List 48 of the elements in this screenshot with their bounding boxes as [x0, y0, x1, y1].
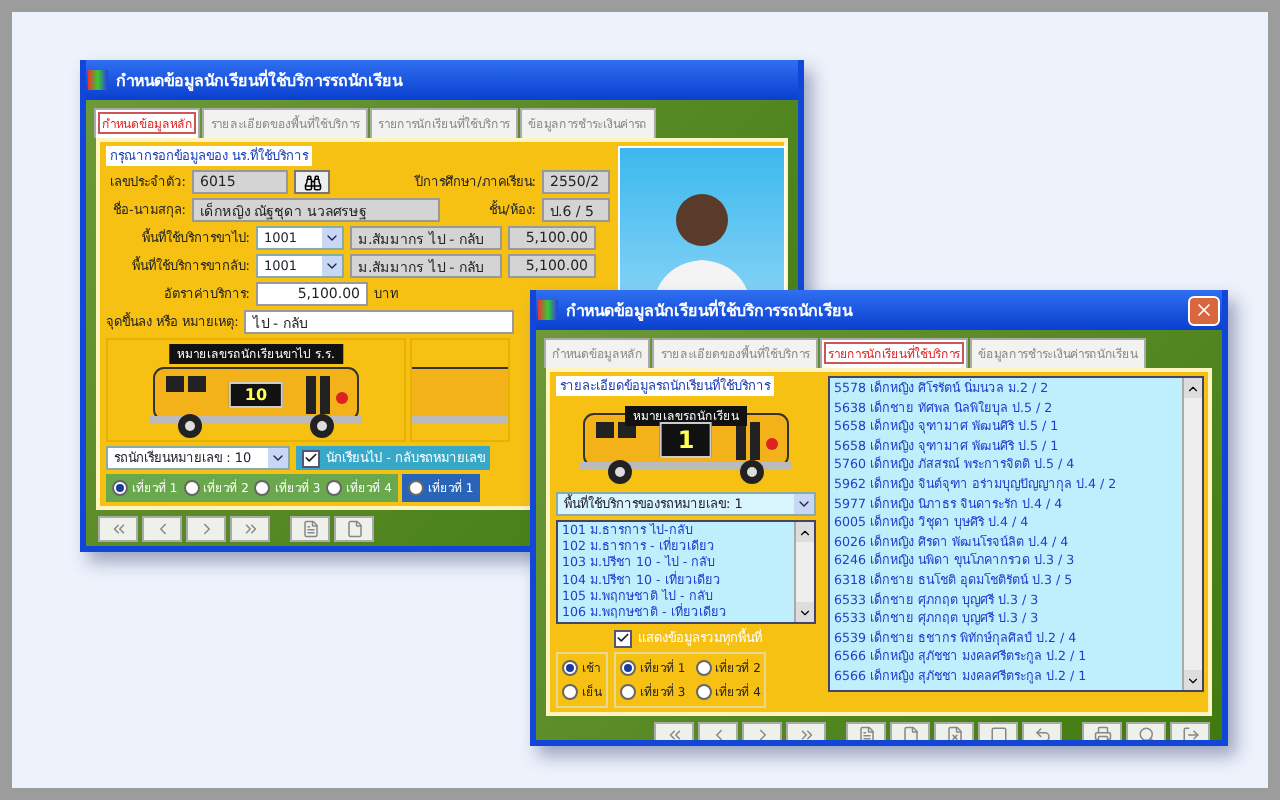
new-file-icon: [901, 726, 919, 740]
first-icon: [665, 726, 683, 740]
scroll-up-icon: [1186, 381, 1200, 395]
first-button[interactable]: [98, 516, 138, 542]
window-title: กำหนดข้อมูลนักเรียนที่ใช้บริการรถนักเรียน: [566, 297, 855, 323]
radio-button[interactable]: [112, 480, 128, 496]
print-icon: [1093, 726, 1111, 740]
checkbox[interactable]: [614, 629, 632, 647]
radio-button[interactable]: [695, 684, 712, 700]
radio-button[interactable]: [407, 480, 424, 496]
radio-button[interactable]: [620, 660, 636, 676]
stop-icon: [989, 726, 1007, 740]
document-icon: [857, 726, 875, 740]
radio-button[interactable]: [620, 684, 636, 700]
last-icon: [797, 726, 815, 740]
student-list[interactable]: [828, 376, 1204, 692]
radio-button[interactable]: [326, 480, 343, 496]
radio-button[interactable]: [183, 480, 200, 496]
close-icon: [1194, 300, 1214, 320]
last-button[interactable]: [230, 516, 270, 542]
last-icon: [241, 520, 259, 538]
delete-file-icon: [945, 726, 963, 740]
app-icon: [538, 300, 558, 320]
document-icon: [301, 520, 319, 538]
close-button[interactable]: [1188, 295, 1220, 325]
undo-icon: [1033, 726, 1051, 740]
document-button[interactable]: [290, 516, 330, 542]
radio-button[interactable]: [562, 660, 578, 676]
scroll-down-icon: [1186, 673, 1200, 687]
bus-number-display: 1: [659, 422, 713, 458]
search-icon: [1137, 726, 1155, 740]
app-icon: [88, 70, 108, 90]
find-button[interactable]: [294, 170, 330, 194]
first-icon: [109, 520, 127, 538]
radio-button[interactable]: [695, 660, 712, 676]
new-file-button[interactable]: [334, 516, 374, 542]
radio-button[interactable]: [254, 480, 271, 496]
radio-button[interactable]: [562, 684, 578, 700]
bus-number-display: 10: [228, 382, 284, 408]
window-title: กำหนดข้อมูลนักเรียนที่ใช้บริการรถนักเรียน: [116, 67, 405, 93]
next-button[interactable]: [186, 516, 226, 542]
scroll-down-icon: [798, 605, 812, 619]
new-file-icon: [345, 520, 363, 538]
previous-button[interactable]: [142, 516, 182, 542]
binoculars-icon: [303, 173, 321, 191]
checkbox[interactable]: [302, 449, 320, 467]
exit-icon: [1181, 726, 1199, 740]
scroll-up-icon: [798, 525, 812, 539]
